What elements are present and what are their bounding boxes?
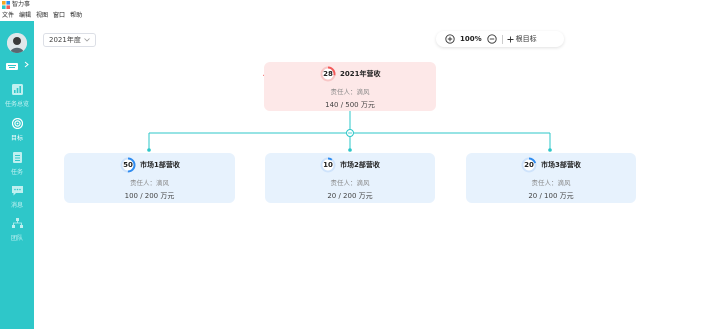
goal-title: 市场1部营收 bbox=[140, 161, 180, 169]
app-window: 智力事 文件 编辑 视图 窗口 帮助 任务总览 目标 任务 消息 团队 2021… bbox=[0, 0, 720, 329]
progress-ring: 50 bbox=[120, 157, 136, 173]
owner-label: 责任人： bbox=[531, 179, 558, 187]
goal-owner: 责任人：滴风 bbox=[265, 177, 435, 187]
goal-owner: 责任人：滴风 bbox=[264, 86, 436, 96]
progress-percent: 50 bbox=[123, 161, 133, 169]
goal-card-header: 10 市场2部营收 bbox=[320, 157, 380, 173]
goal-card-header: 28 2021年营收 bbox=[320, 66, 380, 82]
goal-title: 2021年营收 bbox=[340, 70, 381, 78]
progress-percent: 28 bbox=[323, 70, 333, 78]
goal-progress: 100 / 200 万元 bbox=[124, 192, 175, 200]
collapse-node-icon[interactable] bbox=[346, 129, 354, 137]
owner-name: 滴风 bbox=[156, 179, 169, 187]
goal-card-market2[interactable]: 10 市场2部营收 责任人：滴风 20 / 200 万元 bbox=[265, 153, 435, 203]
goal-owner: 责任人：滴风 bbox=[466, 177, 636, 187]
goal-title: 市场3部营收 bbox=[541, 161, 581, 169]
progress-percent: 10 bbox=[323, 161, 333, 169]
goal-card-header: 20 市场3部营收 bbox=[521, 157, 581, 173]
progress-ring: 28 bbox=[320, 66, 336, 82]
owner-label: 责任人： bbox=[130, 179, 156, 187]
goal-progress: 20 / 200 万元 bbox=[327, 192, 373, 200]
owner-name: 滴风 bbox=[356, 179, 370, 187]
goal-progress: 140 / 500 万元 bbox=[325, 101, 375, 109]
goal-progress: 20 / 100 万元 bbox=[528, 192, 574, 200]
progress-ring: 10 bbox=[320, 157, 336, 173]
goal-title: 市场2部营收 bbox=[340, 161, 380, 169]
goal-card-header: 50 市场1部营收 bbox=[120, 157, 180, 173]
progress-ring: 20 bbox=[521, 157, 537, 173]
owner-name: 滴风 bbox=[557, 179, 571, 187]
progress-percent: 20 bbox=[524, 161, 534, 169]
owner-label: 责任人： bbox=[330, 179, 357, 187]
goal-card-root[interactable]: 28 2021年营收 责任人：滴风 140 / 500 万元 bbox=[264, 62, 436, 111]
owner-label: 责任人： bbox=[330, 88, 357, 96]
goal-card-market3[interactable]: 20 市场3部营收 责任人：滴风 20 / 100 万元 bbox=[466, 153, 636, 203]
goal-card-market1[interactable]: 50 市场1部营收 责任人：滴风 100 / 200 万元 bbox=[64, 153, 235, 203]
goal-owner: 责任人：滴风 bbox=[64, 177, 235, 187]
owner-name: 滴风 bbox=[356, 88, 370, 96]
